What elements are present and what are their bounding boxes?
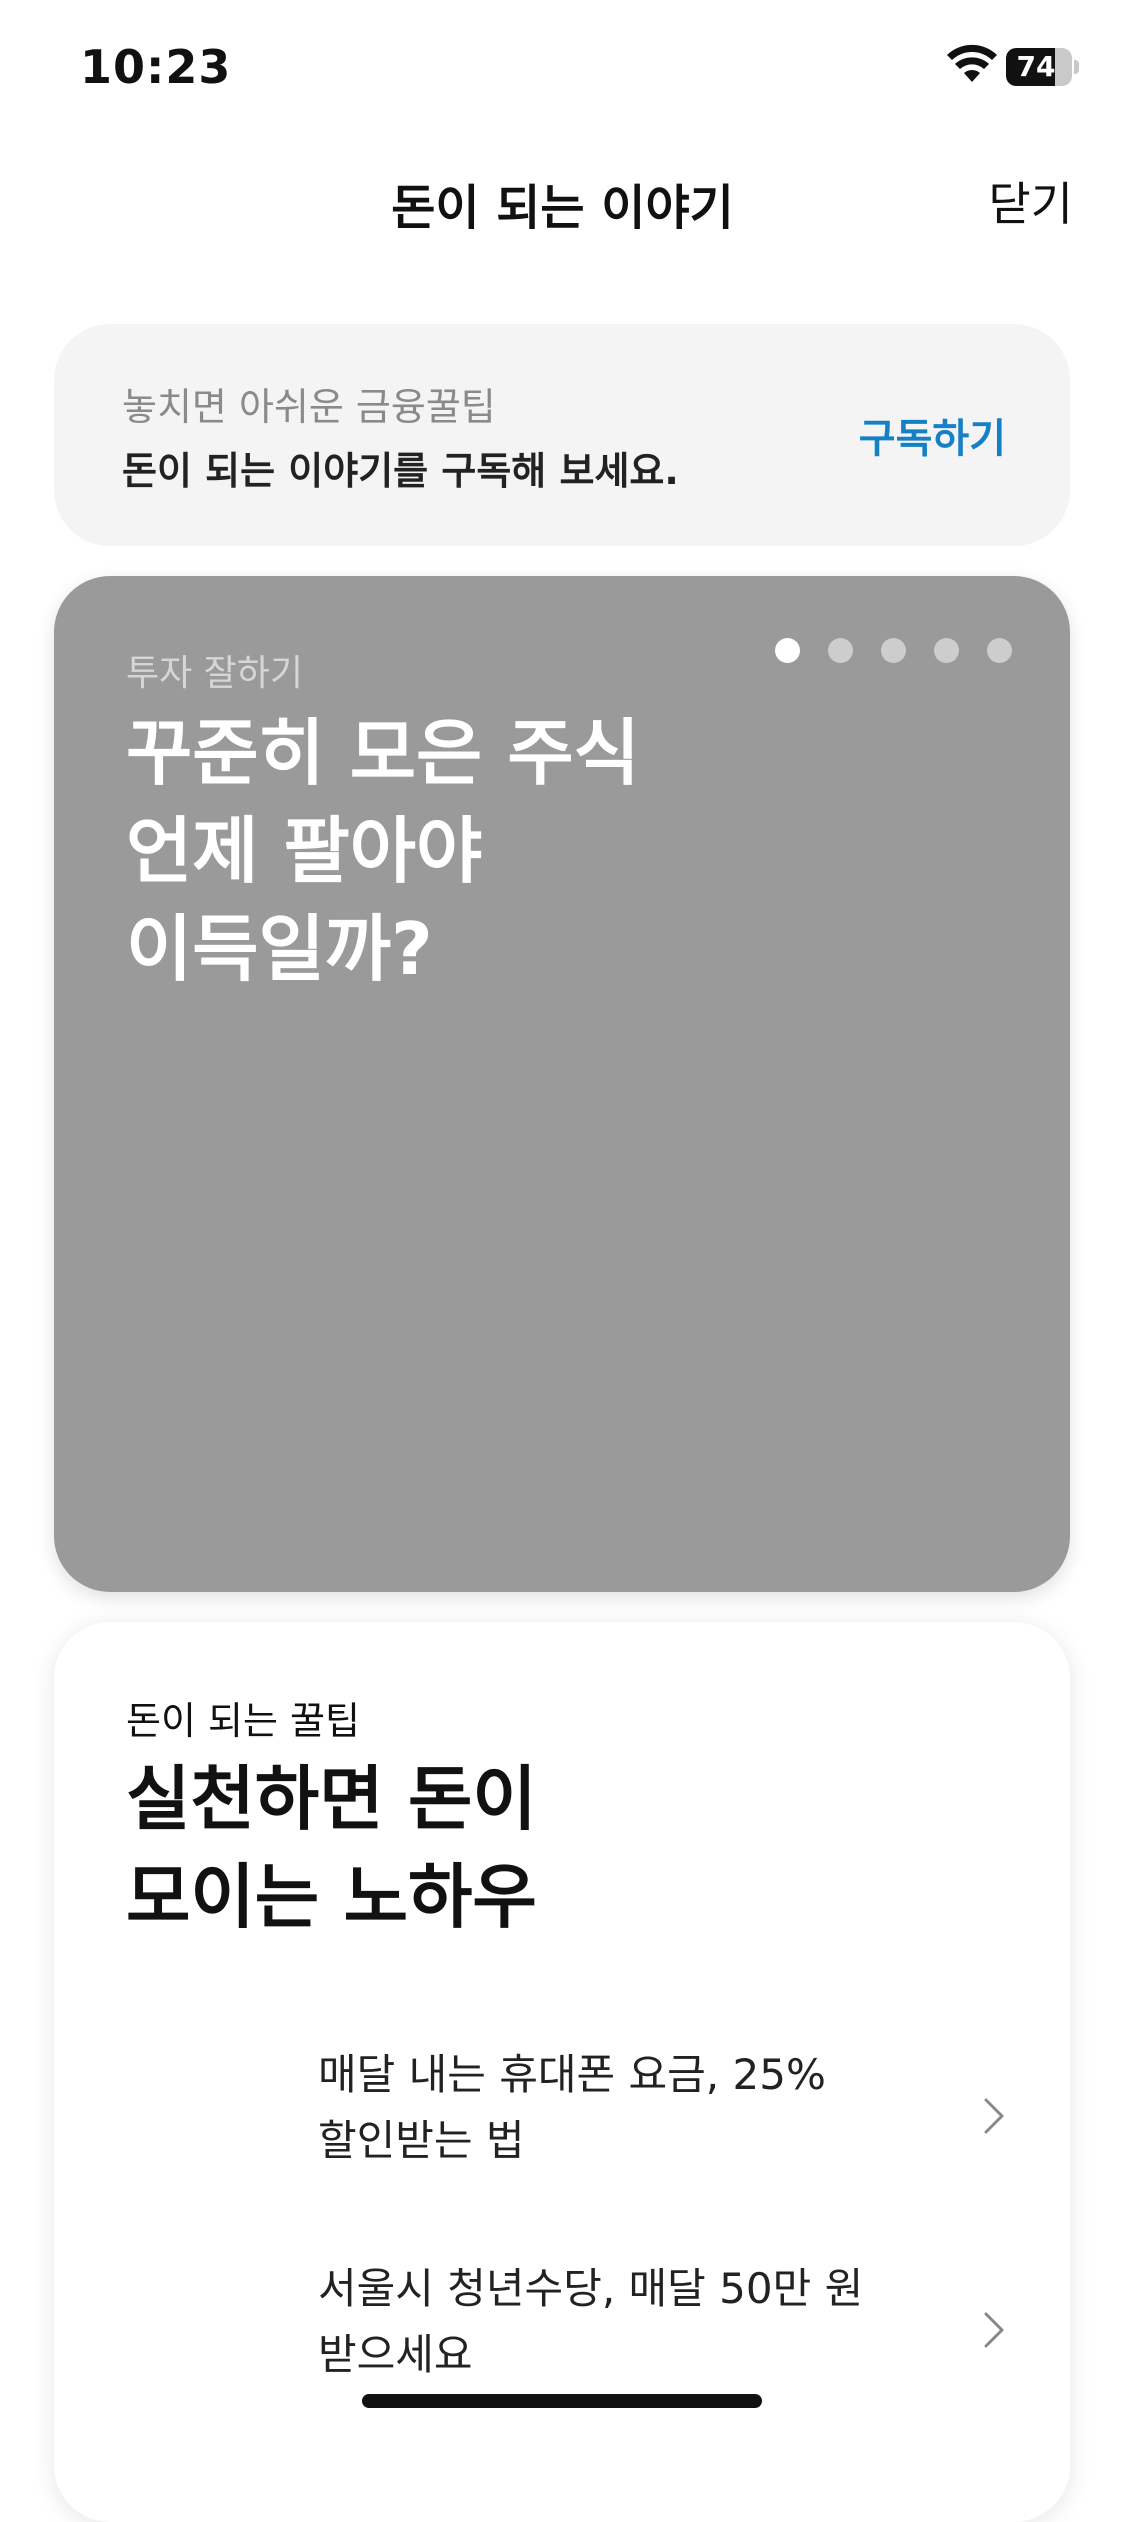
- subscribe-button[interactable]: 구독하기: [859, 406, 1006, 464]
- tips-card: 돈이 되는 꿀팁 실천하면 돈이 모이는 노하우 매달 내는 휴대폰 요금, 2…: [54, 1622, 1070, 2522]
- carousel-dot[interactable]: [828, 638, 853, 663]
- tips-eyebrow: 돈이 되는 꿀팁: [126, 1699, 360, 1743]
- tip-item-phone-bill[interactable]: 매달 내는 휴대폰 요금, 25% 할인받는 법: [54, 2042, 1070, 2212]
- tips-title: 실천하면 돈이 모이는 노하우: [126, 1758, 537, 1938]
- carousel-dot[interactable]: [934, 638, 959, 663]
- tip-item-label: 매달 내는 휴대폰 요금, 25% 할인받는 법: [318, 2050, 826, 2165]
- chevron-right-icon: [984, 2098, 1004, 2134]
- carousel-dot[interactable]: [987, 638, 1012, 663]
- nav-bar: 돈이 되는 이야기 닫기: [0, 150, 1125, 250]
- subscribe-banner: 놓치면 아쉬운 금융꿀팁 돈이 되는 이야기를 구독해 보세요. 구독하기: [54, 324, 1070, 546]
- chevron-right-icon: [984, 2312, 1004, 2348]
- battery-level: 74: [1016, 50, 1056, 83]
- story-category: 투자 잘하기: [126, 653, 304, 694]
- status-bar: 10:23 74: [0, 0, 1125, 132]
- battery-cap: [1074, 60, 1079, 74]
- battery-icon: 74: [1006, 48, 1079, 86]
- subscribe-subtitle: 놓치면 아쉬운 금융꿀팁: [122, 385, 496, 429]
- page-title: 돈이 되는 이야기: [391, 180, 734, 236]
- carousel-pager: [775, 638, 1012, 664]
- status-time: 10:23: [80, 40, 232, 94]
- wifi-icon: [947, 44, 997, 82]
- home-indicator: [362, 2394, 762, 2408]
- tip-item-label: 서울시 청년수당, 매달 50만 원 받으세요: [318, 2264, 864, 2379]
- story-carousel-card[interactable]: 투자 잘하기 꾸준히 모은 주식 언제 팔아야 이득일까?: [54, 576, 1070, 1592]
- close-button[interactable]: 닫기: [988, 168, 1073, 234]
- battery-body: 74: [1006, 48, 1072, 86]
- subscribe-message: 돈이 되는 이야기를 구독해 보세요.: [122, 449, 679, 493]
- carousel-dot[interactable]: [881, 638, 906, 663]
- carousel-dot[interactable]: [775, 638, 800, 663]
- story-title: 꾸준히 모은 주식 언제 팔아야 이득일까?: [126, 711, 640, 991]
